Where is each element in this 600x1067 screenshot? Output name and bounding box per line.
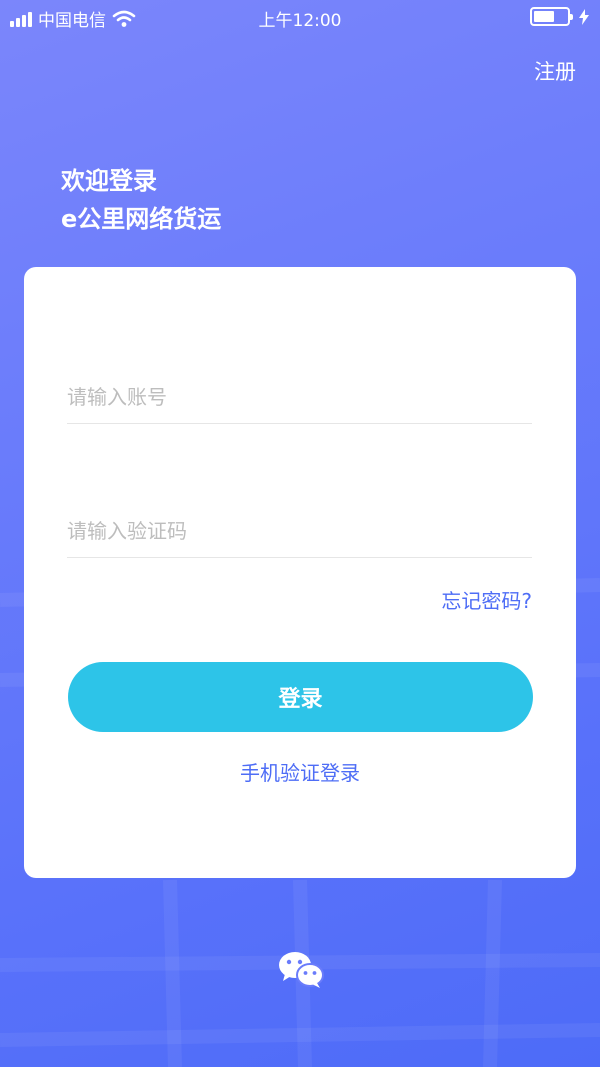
account-field bbox=[67, 375, 532, 424]
account-input[interactable] bbox=[67, 375, 532, 423]
welcome-heading: 欢迎登录 e公里网络货运 bbox=[61, 162, 221, 238]
welcome-line-2: e公里网络货运 bbox=[61, 205, 222, 233]
battery-icon bbox=[530, 7, 573, 26]
status-right bbox=[530, 7, 590, 26]
welcome-line-1: 欢迎登录 bbox=[61, 167, 157, 195]
forgot-password-link[interactable]: 忘记密码? bbox=[441, 585, 532, 614]
charging-icon bbox=[579, 8, 589, 25]
status-bar: 中国电信 上午12:00 bbox=[0, 0, 600, 34]
status-time: 上午12:00 bbox=[258, 11, 342, 31]
phone-login-link[interactable]: 手机验证登录 bbox=[24, 757, 576, 786]
login-card: 忘记密码? 登录 手机验证登录 bbox=[24, 267, 576, 878]
wechat-icon[interactable] bbox=[277, 950, 325, 990]
code-field bbox=[67, 509, 532, 558]
register-link[interactable]: 注册 bbox=[534, 56, 576, 86]
verification-code-input[interactable] bbox=[67, 509, 532, 557]
login-button[interactable]: 登录 bbox=[68, 662, 533, 732]
